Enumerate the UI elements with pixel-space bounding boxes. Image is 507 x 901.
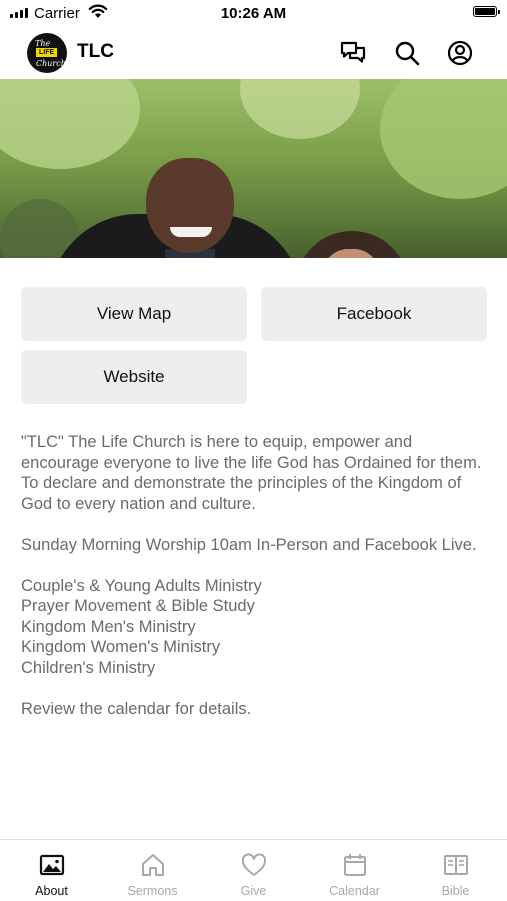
- account-icon[interactable]: [446, 39, 474, 67]
- ministry-item: Kingdom Women's Ministry: [21, 638, 221, 656]
- ministry-item: Children's Ministry: [21, 658, 156, 677]
- home-icon: [142, 854, 164, 876]
- status-bar: Carrier 10:26 AM: [0, 0, 507, 28]
- battery-icon: [473, 6, 500, 17]
- ministry-item: Couple's & Young Adults Ministry: [21, 576, 262, 595]
- church-logo: The LIFE Church: [27, 33, 67, 73]
- tab-calendar[interactable]: Calendar: [304, 840, 405, 901]
- ministry-item: Kingdom Men's Ministry: [21, 617, 196, 636]
- calendar-icon: [344, 854, 366, 876]
- tab-about[interactable]: About: [1, 840, 102, 901]
- view-map-button[interactable]: View Map: [21, 287, 247, 341]
- chat-bubbles-icon[interactable]: [339, 39, 367, 67]
- app-title: TLC: [77, 41, 114, 62]
- website-button[interactable]: Website: [21, 350, 247, 404]
- search-icon[interactable]: [393, 39, 421, 67]
- status-time: 10:26 AM: [220, 5, 287, 22]
- app-header: The LIFE Church TLC: [0, 28, 507, 78]
- church-description: "TLC" The Life Church is here to equip, …: [21, 432, 491, 719]
- facebook-button[interactable]: Facebook: [261, 287, 487, 341]
- ministry-item: Prayer Movement & Bible Study: [21, 597, 255, 615]
- book-icon: [444, 855, 468, 875]
- intro-paragraph: "TLC" The Life Church is here to equip, …: [21, 433, 482, 513]
- hero-photo: [0, 79, 507, 258]
- worship-paragraph: Sunday Morning Worship 10am In-Person an…: [21, 535, 477, 554]
- image-icon: [39, 854, 65, 876]
- heart-icon: [241, 853, 267, 876]
- tab-bible[interactable]: Bible: [405, 840, 506, 901]
- tab-bar: About Sermons Give Calendar Bible: [0, 839, 507, 901]
- tab-give[interactable]: Give: [203, 840, 304, 901]
- closing-paragraph: Review the calendar for details.: [21, 699, 252, 718]
- tab-sermons[interactable]: Sermons: [102, 840, 203, 901]
